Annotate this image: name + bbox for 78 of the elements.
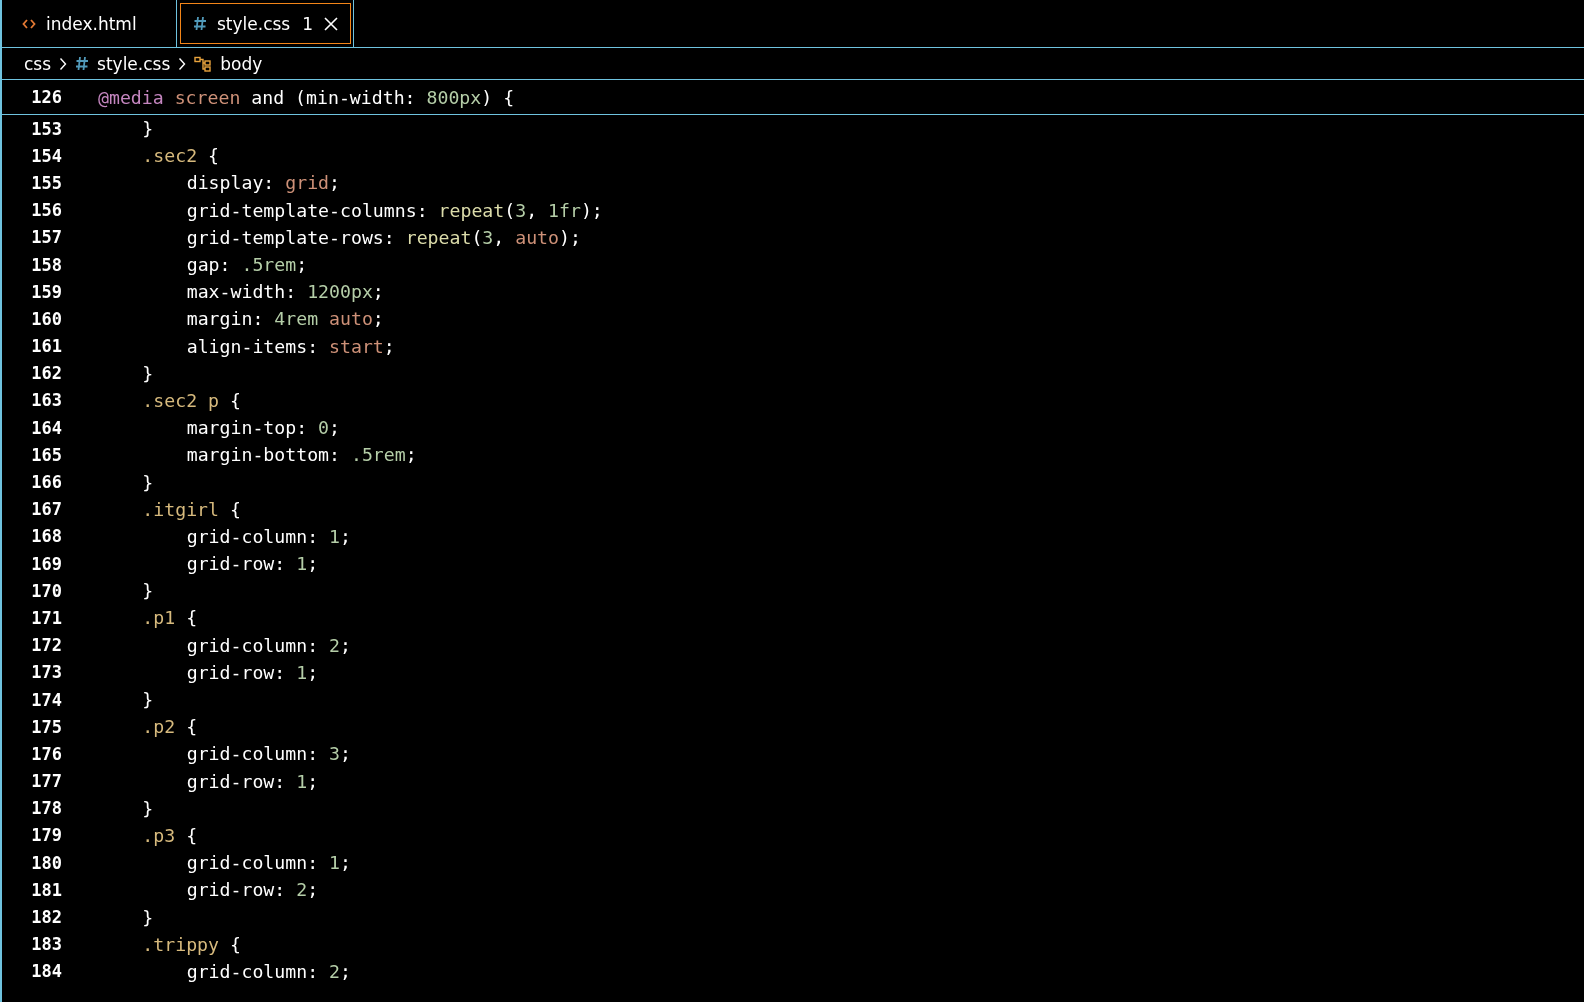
code-line: grid-row: 1; — [185, 661, 319, 683]
code-line: .p1 { — [141, 607, 198, 629]
line-number: 164 — [30, 417, 62, 438]
code-line: .trippy { — [141, 933, 241, 955]
code-line: .p2 { — [141, 716, 198, 738]
code-line: } — [141, 689, 154, 711]
breadcrumb-item[interactable]: style.css — [97, 53, 171, 74]
line-number: 175 — [30, 716, 62, 737]
code-line: grid-column: 1; — [185, 852, 351, 874]
code-line: .p3 { — [141, 824, 198, 846]
code-line: grid-row: 1; — [185, 770, 319, 792]
line-number: 177 — [30, 771, 62, 792]
line-number: 179 — [30, 825, 62, 846]
breadcrumb-item[interactable]: body — [220, 53, 263, 74]
line-number: 155 — [30, 172, 62, 193]
hash-icon — [193, 16, 207, 31]
line-number: 160 — [30, 308, 62, 329]
line-number: 173 — [30, 662, 62, 683]
code-line: .sec2 { — [141, 145, 219, 167]
line-number: 176 — [30, 743, 62, 764]
line-number: 158 — [30, 254, 62, 275]
close-icon[interactable] — [323, 15, 340, 32]
code-line: } — [141, 580, 154, 602]
line-number: 183 — [30, 934, 62, 955]
code-line: margin: 4rem auto; — [185, 308, 384, 330]
line-number: 184 — [30, 961, 62, 982]
line-number: 157 — [30, 227, 62, 248]
line-number: 163 — [30, 390, 62, 411]
line-number: 180 — [30, 852, 62, 873]
line-number: 178 — [30, 798, 62, 819]
code-line: } — [141, 797, 154, 819]
code-line: display: grid; — [185, 172, 340, 194]
breadcrumb-item[interactable]: css — [24, 53, 52, 74]
code-line: max-width: 1200px; — [185, 281, 384, 303]
line-number: 166 — [30, 472, 62, 493]
code-line: } — [141, 118, 154, 140]
chevron-right-icon — [178, 56, 187, 71]
chevron-right-icon — [59, 56, 68, 71]
line-number: 161 — [30, 336, 62, 357]
line-number: 172 — [30, 635, 62, 656]
code-line: grid-column: 1; — [185, 525, 351, 547]
code-line: margin-top: 0; — [185, 417, 340, 439]
code-line: grid-column: 3; — [185, 743, 351, 765]
line-number: 182 — [30, 907, 62, 928]
code-line: gap: .5rem; — [185, 254, 308, 276]
line-number: 162 — [30, 363, 62, 384]
code-line: grid-row: 2; — [185, 879, 319, 901]
editor-tab[interactable]: index.html — [2, 0, 177, 47]
line-number: 170 — [30, 580, 62, 601]
code-line: grid-column: 2; — [185, 960, 351, 982]
line-number: 174 — [30, 689, 62, 710]
structure-icon — [194, 55, 213, 72]
code-line: } — [141, 362, 154, 384]
line-number: 168 — [30, 526, 62, 547]
code-line: } — [141, 471, 154, 493]
line-number: 156 — [30, 200, 62, 221]
line-number: 159 — [30, 281, 62, 302]
line-number: 171 — [30, 607, 62, 628]
line-number: 181 — [30, 879, 62, 900]
code-line: grid-template-rows: repeat(3, auto); — [185, 226, 581, 248]
code-line: margin-bottom: .5rem; — [185, 444, 417, 466]
code-line: grid-column: 2; — [185, 634, 351, 656]
line-number: 154 — [30, 145, 62, 166]
line-number: 126 — [30, 87, 62, 107]
line-number: 169 — [30, 553, 62, 574]
code-line: grid-template-columns: repeat(3, 1fr); — [185, 199, 603, 221]
line-number: 165 — [30, 444, 62, 465]
line-number: 167 — [30, 499, 62, 520]
code-line: align-items: start; — [185, 335, 395, 357]
editor-tab[interactable]: style.css 1 — [177, 0, 355, 47]
line-number: 153 — [30, 118, 62, 139]
problem-count: 1 — [302, 13, 314, 34]
code-line: @media screen and (min-width: 800px) { — [97, 86, 515, 108]
hash-icon — [75, 56, 90, 71]
code-line: .itgirl { — [141, 498, 241, 520]
code-line: .sec2 p { — [141, 389, 241, 411]
code-line: grid-row: 1; — [185, 553, 319, 575]
code-line: } — [141, 906, 154, 928]
